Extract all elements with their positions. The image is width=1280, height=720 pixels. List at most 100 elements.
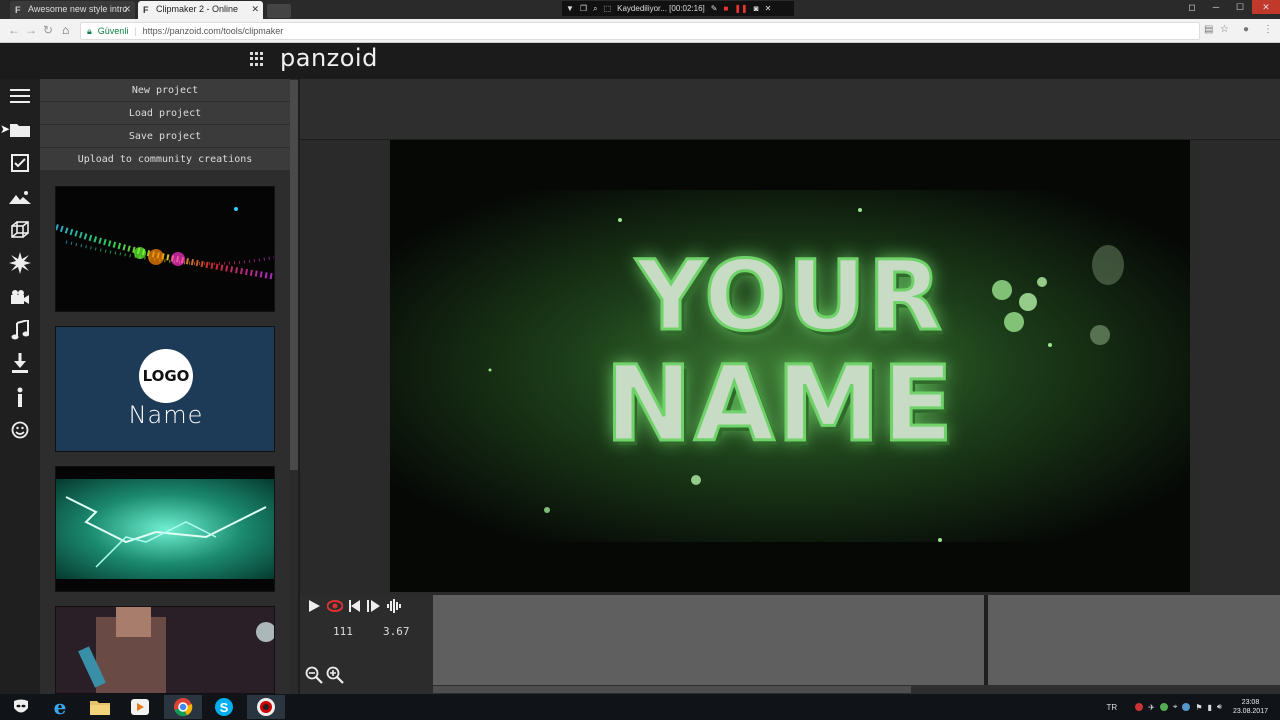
mouse-cursor-icon: ➤: [0, 122, 11, 136]
preview-title-line1: YOUR: [635, 240, 944, 352]
browser-tab-2[interactable]: F Clipmaker 2 - Online ✕: [138, 1, 263, 19]
address-bar: ← → ↻ ⌂ 🔒︎ Güvenli | https://panzoid.com…: [0, 19, 1280, 43]
preview-toolbar: [300, 79, 1280, 139]
close-tab-icon[interactable]: ✕: [123, 4, 131, 15]
clock[interactable]: 23:08 23.08.2017: [1233, 698, 1268, 716]
search-icon[interactable]: ⌕: [593, 4, 597, 14]
panzoid-favicon: F: [143, 5, 149, 15]
preview-canvas[interactable]: YOUR NAME: [390, 140, 1190, 592]
clock-date: 23.08.2017: [1232, 708, 1268, 715]
tray-satellite-icon[interactable]: ✈: [1148, 703, 1155, 712]
logo-placeholder-text: LOGO: [142, 367, 190, 385]
translate-icon[interactable]: ▤: [1204, 24, 1213, 35]
back-icon[interactable]: ←: [8, 23, 20, 37]
folder-icon[interactable]: [8, 118, 32, 142]
zoom-out-icon[interactable]: [305, 666, 323, 689]
tray-record-icon[interactable]: [1135, 703, 1144, 711]
skype-icon[interactable]: S: [205, 695, 243, 719]
eye-icon[interactable]: [326, 598, 344, 614]
pencil-icon[interactable]: ✎: [711, 4, 718, 13]
home-icon[interactable]: ⌂: [62, 23, 69, 37]
camera-icon[interactable]: ◙: [754, 4, 759, 13]
panzoid-favicon: F: [15, 5, 21, 15]
thumb-green-lightning[interactable]: [55, 466, 275, 592]
close-window-icon[interactable]: ✕: [1252, 0, 1280, 14]
time-counter: 3.67: [383, 625, 410, 638]
thumb-logo-name[interactable]: LOGO Name: [55, 326, 275, 452]
new-project-button[interactable]: New project: [40, 79, 290, 101]
load-project-button[interactable]: Load project: [40, 102, 290, 124]
tab-title: Awesome new style intro: [28, 4, 128, 14]
cube-icon[interactable]: [8, 218, 32, 242]
tray-network-icon[interactable]: ⌖: [1173, 702, 1178, 712]
timeline-track[interactable]: [433, 595, 984, 685]
maximize-icon[interactable]: ☐: [1228, 0, 1252, 14]
timeline-track-end[interactable]: [988, 595, 1280, 685]
apps-grid-icon[interactable]: [250, 52, 264, 66]
music-icon[interactable]: [8, 318, 32, 342]
file-explorer-icon[interactable]: [81, 695, 119, 719]
start-mask-icon[interactable]: [2, 695, 40, 719]
screen-recorder-icon[interactable]: [247, 695, 285, 719]
region-icon[interactable]: ⬚: [604, 4, 612, 13]
browser-tab-1[interactable]: F Awesome new style intro ✕: [10, 1, 135, 19]
minimize-icon[interactable]: ─: [1204, 0, 1228, 14]
thumb-rainbow-particles[interactable]: [55, 186, 275, 312]
forward-icon[interactable]: →: [25, 23, 37, 37]
step-forward-icon[interactable]: [366, 598, 382, 614]
recording-status: Kaydediliyor... [00:02:16]: [617, 4, 705, 13]
url-text: https://panzoid.com/tools/clipmaker: [142, 26, 284, 36]
upload-community-button[interactable]: Upload to community creations: [40, 148, 290, 170]
language-indicator[interactable]: TR: [1106, 703, 1117, 712]
screen-recorder-bar: ▼ ❐ ⌕ ⬚ Kaydediliyor... [00:02:16] ✎ ■ ❚…: [562, 1, 794, 16]
svg-text:S: S: [220, 700, 229, 715]
window-icon[interactable]: ❐: [580, 4, 587, 13]
step-back-icon[interactable]: [347, 598, 363, 614]
name-placeholder-text: Name: [128, 401, 204, 429]
tray-wifi-icon[interactable]: ▮: [1208, 703, 1212, 712]
zoom-in-icon[interactable]: [326, 666, 344, 689]
panel-scrollbar-thumb[interactable]: [290, 80, 298, 470]
extension-icon[interactable]: ●: [1243, 24, 1249, 35]
download-icon[interactable]: [8, 351, 32, 375]
play-icon[interactable]: [306, 598, 322, 614]
internet-explorer-icon[interactable]: e: [41, 695, 79, 719]
clock-time: 23:08: [1241, 699, 1260, 706]
frame-counter: 111: [333, 625, 353, 638]
waveform-icon[interactable]: [386, 598, 404, 614]
media-player-icon[interactable]: [121, 695, 159, 719]
dropdown-icon[interactable]: ▼: [566, 4, 574, 13]
tray-steam-icon[interactable]: [1182, 703, 1191, 711]
info-icon[interactable]: [8, 385, 32, 409]
separator: |: [134, 26, 137, 36]
chrome-icon[interactable]: [164, 695, 202, 719]
reload-icon[interactable]: ↻: [43, 23, 53, 37]
close-tab-icon[interactable]: ✕: [251, 4, 259, 15]
user-icon[interactable]: ◻: [1180, 0, 1204, 14]
chrome-menu-icon[interactable]: ⋮: [1263, 24, 1273, 35]
tray-flag-icon[interactable]: ⚑: [1195, 703, 1202, 712]
camera-icon[interactable]: [8, 285, 32, 309]
save-project-button[interactable]: Save project: [40, 125, 290, 147]
tray-volume-icon[interactable]: 🔊︎: [1217, 702, 1222, 712]
image-icon[interactable]: [8, 185, 32, 209]
app-header: [0, 43, 1280, 79]
pause-icon[interactable]: ❚❚: [734, 4, 747, 13]
window-controls: ◻ ─ ☐ ✕: [1180, 0, 1280, 14]
smiley-icon[interactable]: [8, 418, 32, 442]
burst-icon[interactable]: [8, 251, 32, 275]
close-icon[interactable]: ✕: [765, 4, 772, 13]
star-icon[interactable]: ☆: [1220, 24, 1229, 35]
timeline-scrollbar-thumb[interactable]: [433, 686, 911, 693]
panzoid-logo[interactable]: panzoid: [280, 44, 378, 72]
tab-title: Clipmaker 2 - Online: [156, 4, 239, 14]
new-tab-button[interactable]: [267, 4, 291, 18]
url-input[interactable]: 🔒︎ Güvenli | https://panzoid.com/tools/c…: [80, 22, 1200, 40]
lock-icon: 🔒︎: [87, 25, 92, 36]
tray-app-icon[interactable]: [1159, 703, 1168, 711]
menu-icon[interactable]: [8, 84, 32, 108]
thumb-minecraft[interactable]: [55, 606, 275, 694]
secure-label: Güvenli: [97, 26, 129, 36]
checkbox-icon[interactable]: [8, 151, 32, 175]
stop-icon[interactable]: ■: [723, 4, 728, 13]
